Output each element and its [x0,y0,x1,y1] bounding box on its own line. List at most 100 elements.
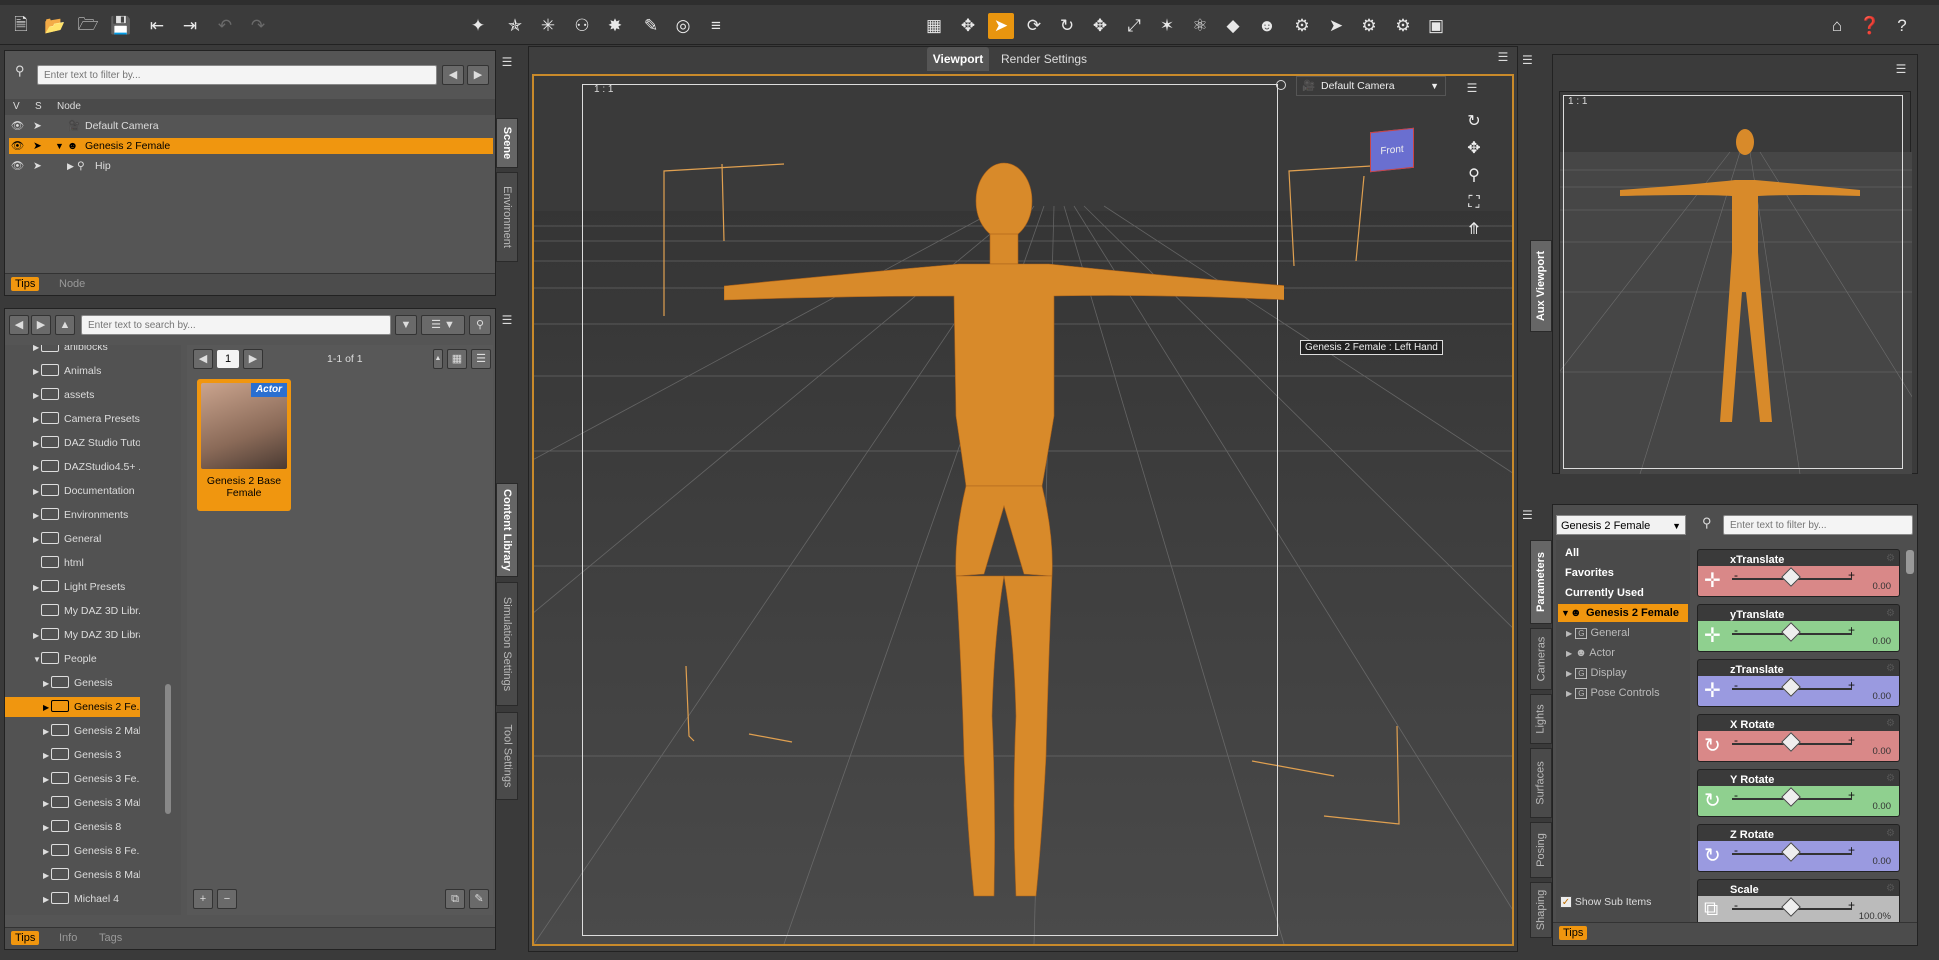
spot-render-icon[interactable]: ◎ [670,13,696,39]
subcategory-general[interactable]: ▶ G General [1566,627,1630,639]
slider-knob[interactable] [1781,897,1801,917]
tab-simulation-settings[interactable]: Simulation Settings [496,582,518,706]
pan-icon[interactable]: ✥ [1464,135,1484,162]
remove-button[interactable]: − [217,889,237,909]
folder-item[interactable]: ▶ Genesis [5,673,140,693]
sort-button[interactable]: ▲ [433,349,443,369]
up-button[interactable]: ▲ [55,315,75,335]
folder-item[interactable]: ▶ Genesis 3 Fe... [5,769,140,789]
render-settings-icon[interactable]: ⚙ [1390,13,1416,39]
rotate-tool-icon[interactable]: ⟳ [1021,13,1047,39]
folder-item[interactable]: ▶ assets [5,385,140,405]
increment-icon[interactable]: + [1848,623,1855,637]
folder-item[interactable]: ▶ General [5,529,140,549]
open-folder-icon[interactable]: 📂 [42,13,68,39]
gear-icon[interactable]: ⚙ [1886,718,1895,729]
universal-tool-icon[interactable]: ✥ [955,13,981,39]
select-arrow-icon[interactable]: ➤ [33,138,42,154]
reset-icon[interactable]: ⤊ [1464,216,1484,243]
select-arrow-icon[interactable]: ➤ [33,118,42,134]
tab-cameras[interactable]: Cameras [1530,628,1552,690]
slider-knob[interactable] [1781,842,1801,862]
folder-item[interactable]: ▶ Genesis 8 Fe... [5,841,140,861]
expand-arrow-icon[interactable]: ▶ [43,674,51,693]
param-value[interactable]: 0.00 [1873,636,1892,647]
expand-arrow-icon[interactable]: ▶ [43,842,51,861]
pane-menu-icon[interactable]: ☰ [1522,508,1533,522]
pane-menu-icon[interactable]: ☰ [499,56,515,68]
icon-view-button[interactable]: ▦ [447,349,467,369]
increment-icon[interactable]: + [1848,843,1855,857]
gear-icon[interactable]: ⚙ [1886,828,1895,839]
undo-icon[interactable]: ↶ [212,13,238,39]
tab-aux-viewport[interactable]: Aux Viewport [1530,240,1552,332]
expand-arrow-icon[interactable]: ▼ [33,650,41,669]
gear-icon[interactable]: ⚙ [1886,773,1895,784]
expand-arrow-icon[interactable]: ▶ [33,458,41,477]
aux-viewport-canvas[interactable]: 1 : 1 [1559,91,1912,474]
viewport-menu-icon[interactable]: ☰ [1464,82,1480,94]
genesis-figure[interactable] [724,156,1284,936]
increment-icon[interactable]: + [1848,898,1855,912]
grid-icon[interactable]: ▦ [921,13,947,39]
folder-item[interactable]: ▶ Genesis 2 Fe... [5,697,140,717]
tab-render-settings[interactable]: Render Settings [1001,47,1087,71]
render-icon[interactable]: ▣ [1423,13,1449,39]
page-number[interactable]: 1 [217,350,239,368]
align-icon[interactable]: ≡ [703,13,729,39]
expand-arrow-icon[interactable]: ▶ [43,818,51,837]
scene-search-input[interactable] [37,65,437,85]
parameter-slider[interactable]: Z Rotate ⚙ ↻ - +0.00 [1697,824,1900,872]
tab-content-library[interactable]: Content Library [496,483,518,577]
scene-node-row[interactable]: 👁 ➤ 🎥 Default Camera [5,118,495,134]
expand-arrow-icon[interactable]: ▶ [33,482,41,501]
search-dropdown-button[interactable]: ▼ [395,315,417,335]
search-icon[interactable]: ⚲ [469,315,491,335]
tab-posing[interactable]: Posing [1530,822,1552,878]
expand-arrow-icon[interactable]: ▶ [33,578,41,597]
orbit-icon[interactable]: ↻ [1464,108,1484,135]
subcategory-actor[interactable]: ▶ ☻ Actor [1566,647,1615,659]
subcategory-display[interactable]: ▶ G Display [1566,667,1627,679]
redo-icon[interactable]: ↷ [245,13,271,39]
folder-item[interactable]: ▶ Michael 4 [5,889,140,909]
asset-tile[interactable]: Actor Genesis 2 Base Female [197,379,291,511]
node-tab[interactable]: Node [55,277,89,291]
node-selection-icon[interactable]: ➤ [988,13,1014,39]
expand-arrow-icon[interactable]: ▶ [43,698,51,717]
parameter-slider[interactable]: xTranslate ⚙ ✛ - +0.00 [1697,549,1900,597]
pane-menu-icon[interactable]: ☰ [499,314,515,326]
database-button[interactable]: ☰ ▼ [421,315,465,335]
slider-knob[interactable] [1781,787,1801,807]
folder-item[interactable]: ▶ Documentation [5,481,140,501]
export-icon[interactable]: ⇥ [177,13,203,39]
folder-item[interactable]: ▶ Environments [5,505,140,525]
tab-parameters[interactable]: Parameters [1530,540,1552,624]
viewport-canvas[interactable]: 1 : 1 🎥 Default Camera ▼ ☰ Front ↻ ✥ ⚲ ⛶… [532,74,1514,946]
parameter-slider[interactable]: X Rotate ⚙ ↻ - +0.00 [1697,714,1900,762]
increment-icon[interactable]: + [1848,568,1855,582]
import-icon[interactable]: ⇤ [144,13,170,39]
spot-render-tool-icon[interactable]: ➤ [1323,13,1349,39]
param-value[interactable]: 100.0% [1859,911,1891,922]
expand-arrow-icon[interactable]: ▶ [43,890,51,909]
camera-icon[interactable]: ⚙ [1289,13,1315,39]
question-icon[interactable]: ? [1889,13,1915,39]
prev-page-button[interactable]: ◀ [193,349,213,369]
scene-node-row-selected[interactable]: 👁 ➤ ▼ ☻ Genesis 2 Female [9,138,493,154]
tab-shaping[interactable]: Shaping [1530,882,1552,938]
draw-style-icon[interactable] [1276,80,1286,90]
folder-item[interactable]: ▶ Animals [5,361,140,381]
parameters-search-input[interactable] [1723,515,1913,535]
translate-tool-icon[interactable]: ✥ [1087,13,1113,39]
tips-tab[interactable]: Tips [11,277,40,291]
info-tab[interactable]: Info [55,931,81,945]
folder-item[interactable]: ▶ My DAZ 3D Library [5,625,140,645]
help-icon[interactable]: ❓ [1857,13,1883,39]
expand-arrow-icon[interactable]: ▶ [33,506,41,525]
active-pose-icon[interactable]: ✸ [602,13,628,39]
joint-editor-tool-icon[interactable]: ✶ [1154,13,1180,39]
camera-dropdown[interactable]: 🎥 Default Camera ▼ [1296,76,1446,96]
add-button[interactable]: + [193,889,213,909]
next-page-button[interactable]: ▶ [243,349,263,369]
